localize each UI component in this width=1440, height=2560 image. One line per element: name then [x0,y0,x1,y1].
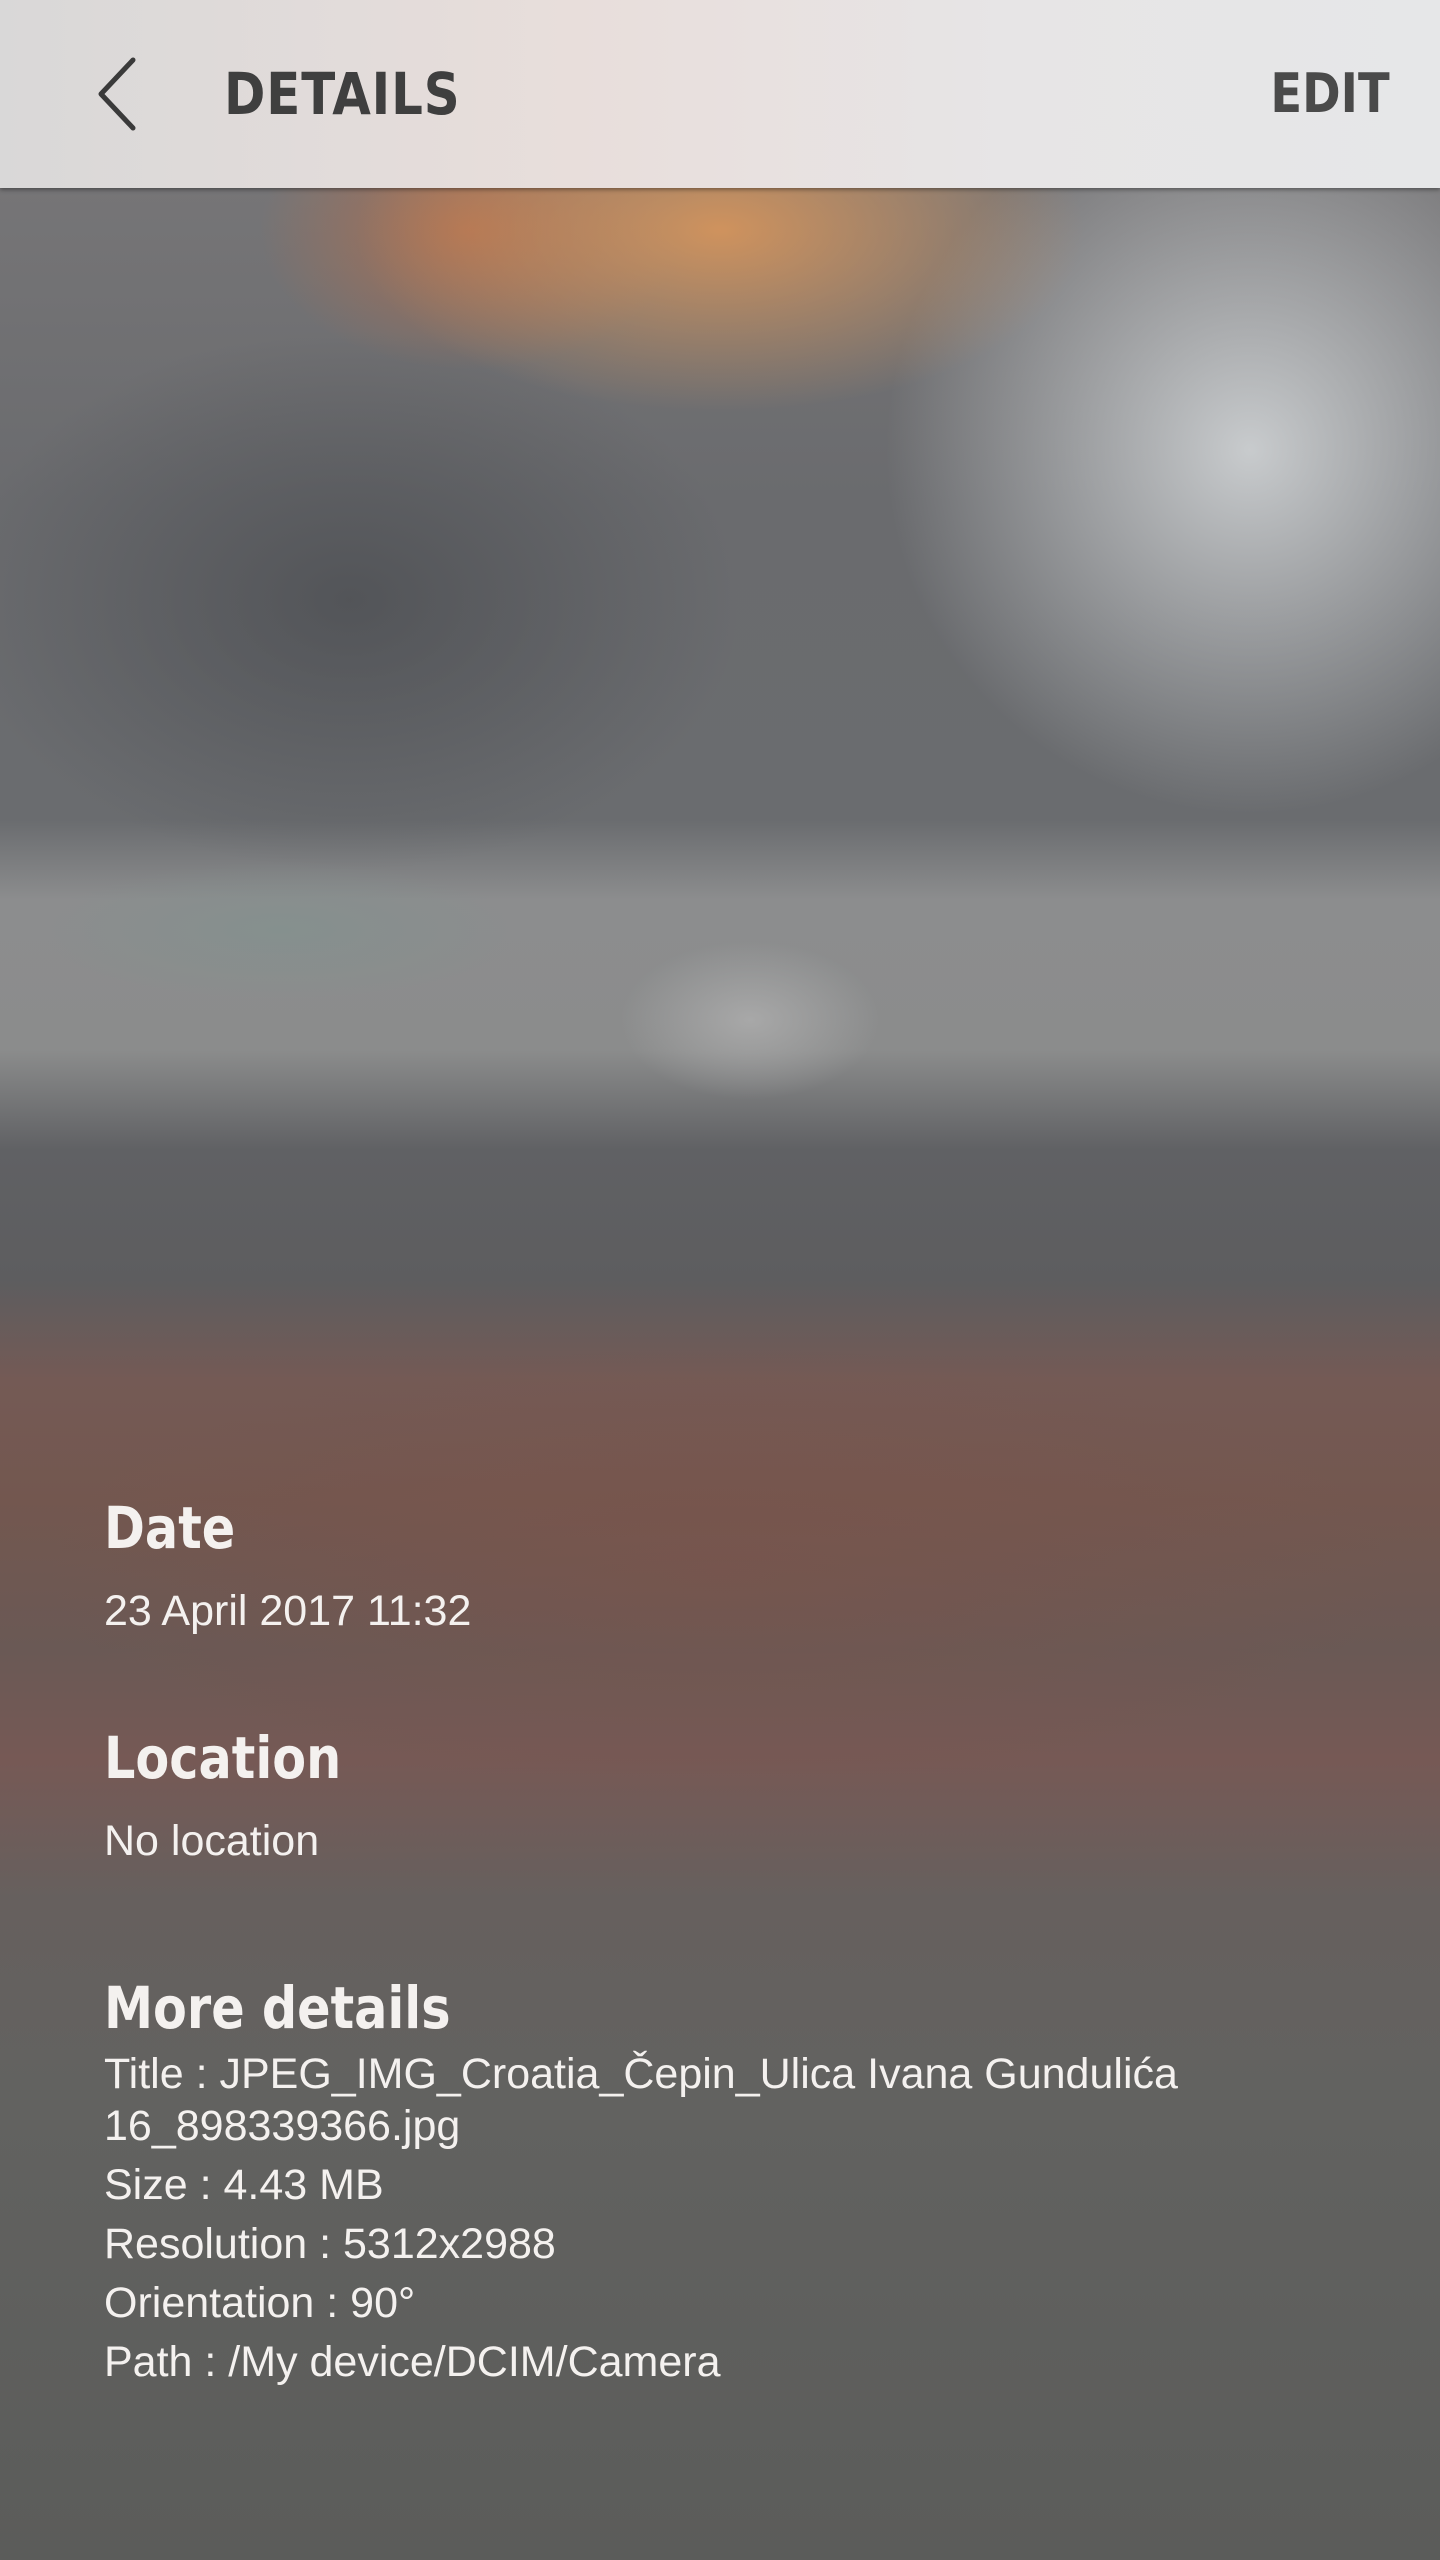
date-section: Date 23 April 2017 11:32 [104,1488,1364,1718]
location-heading: Location [104,1724,342,1792]
date-value: 23 April 2017 11:32 [104,1587,472,1635]
details-list: Title : JPEG_IMG_Croatia_Čepin_Ulica Iva… [104,2048,1364,2388]
date-heading: Date [104,1494,236,1562]
location-section: Location No location [104,1718,1364,1968]
file-title: Title : JPEG_IMG_Croatia_Čepin_Ulica Iva… [104,2050,1178,2150]
chevron-left-icon [98,57,136,131]
edit-button[interactable]: EDIT [1271,58,1390,130]
file-orientation: Orientation : 90° [104,2279,416,2327]
background-glow [620,940,880,1100]
background-glow [40,860,520,1000]
more-details-heading: More details [104,1974,451,2042]
page-title: DETAILS [224,60,461,128]
back-button[interactable] [78,46,168,142]
more-details-section: More details Title : JPEG_IMG_Croatia_Če… [104,1968,1364,2388]
file-path: Path : /My device/DCIM/Camera [104,2338,721,2386]
file-resolution: Resolution : 5312x2988 [104,2220,556,2268]
details-content: Date 23 April 2017 11:32 Location No loc… [104,1488,1364,2388]
location-value: No location [104,1817,320,1865]
app-bar: DETAILS EDIT [0,0,1440,188]
file-size: Size : 4.43 MB [104,2161,384,2209]
